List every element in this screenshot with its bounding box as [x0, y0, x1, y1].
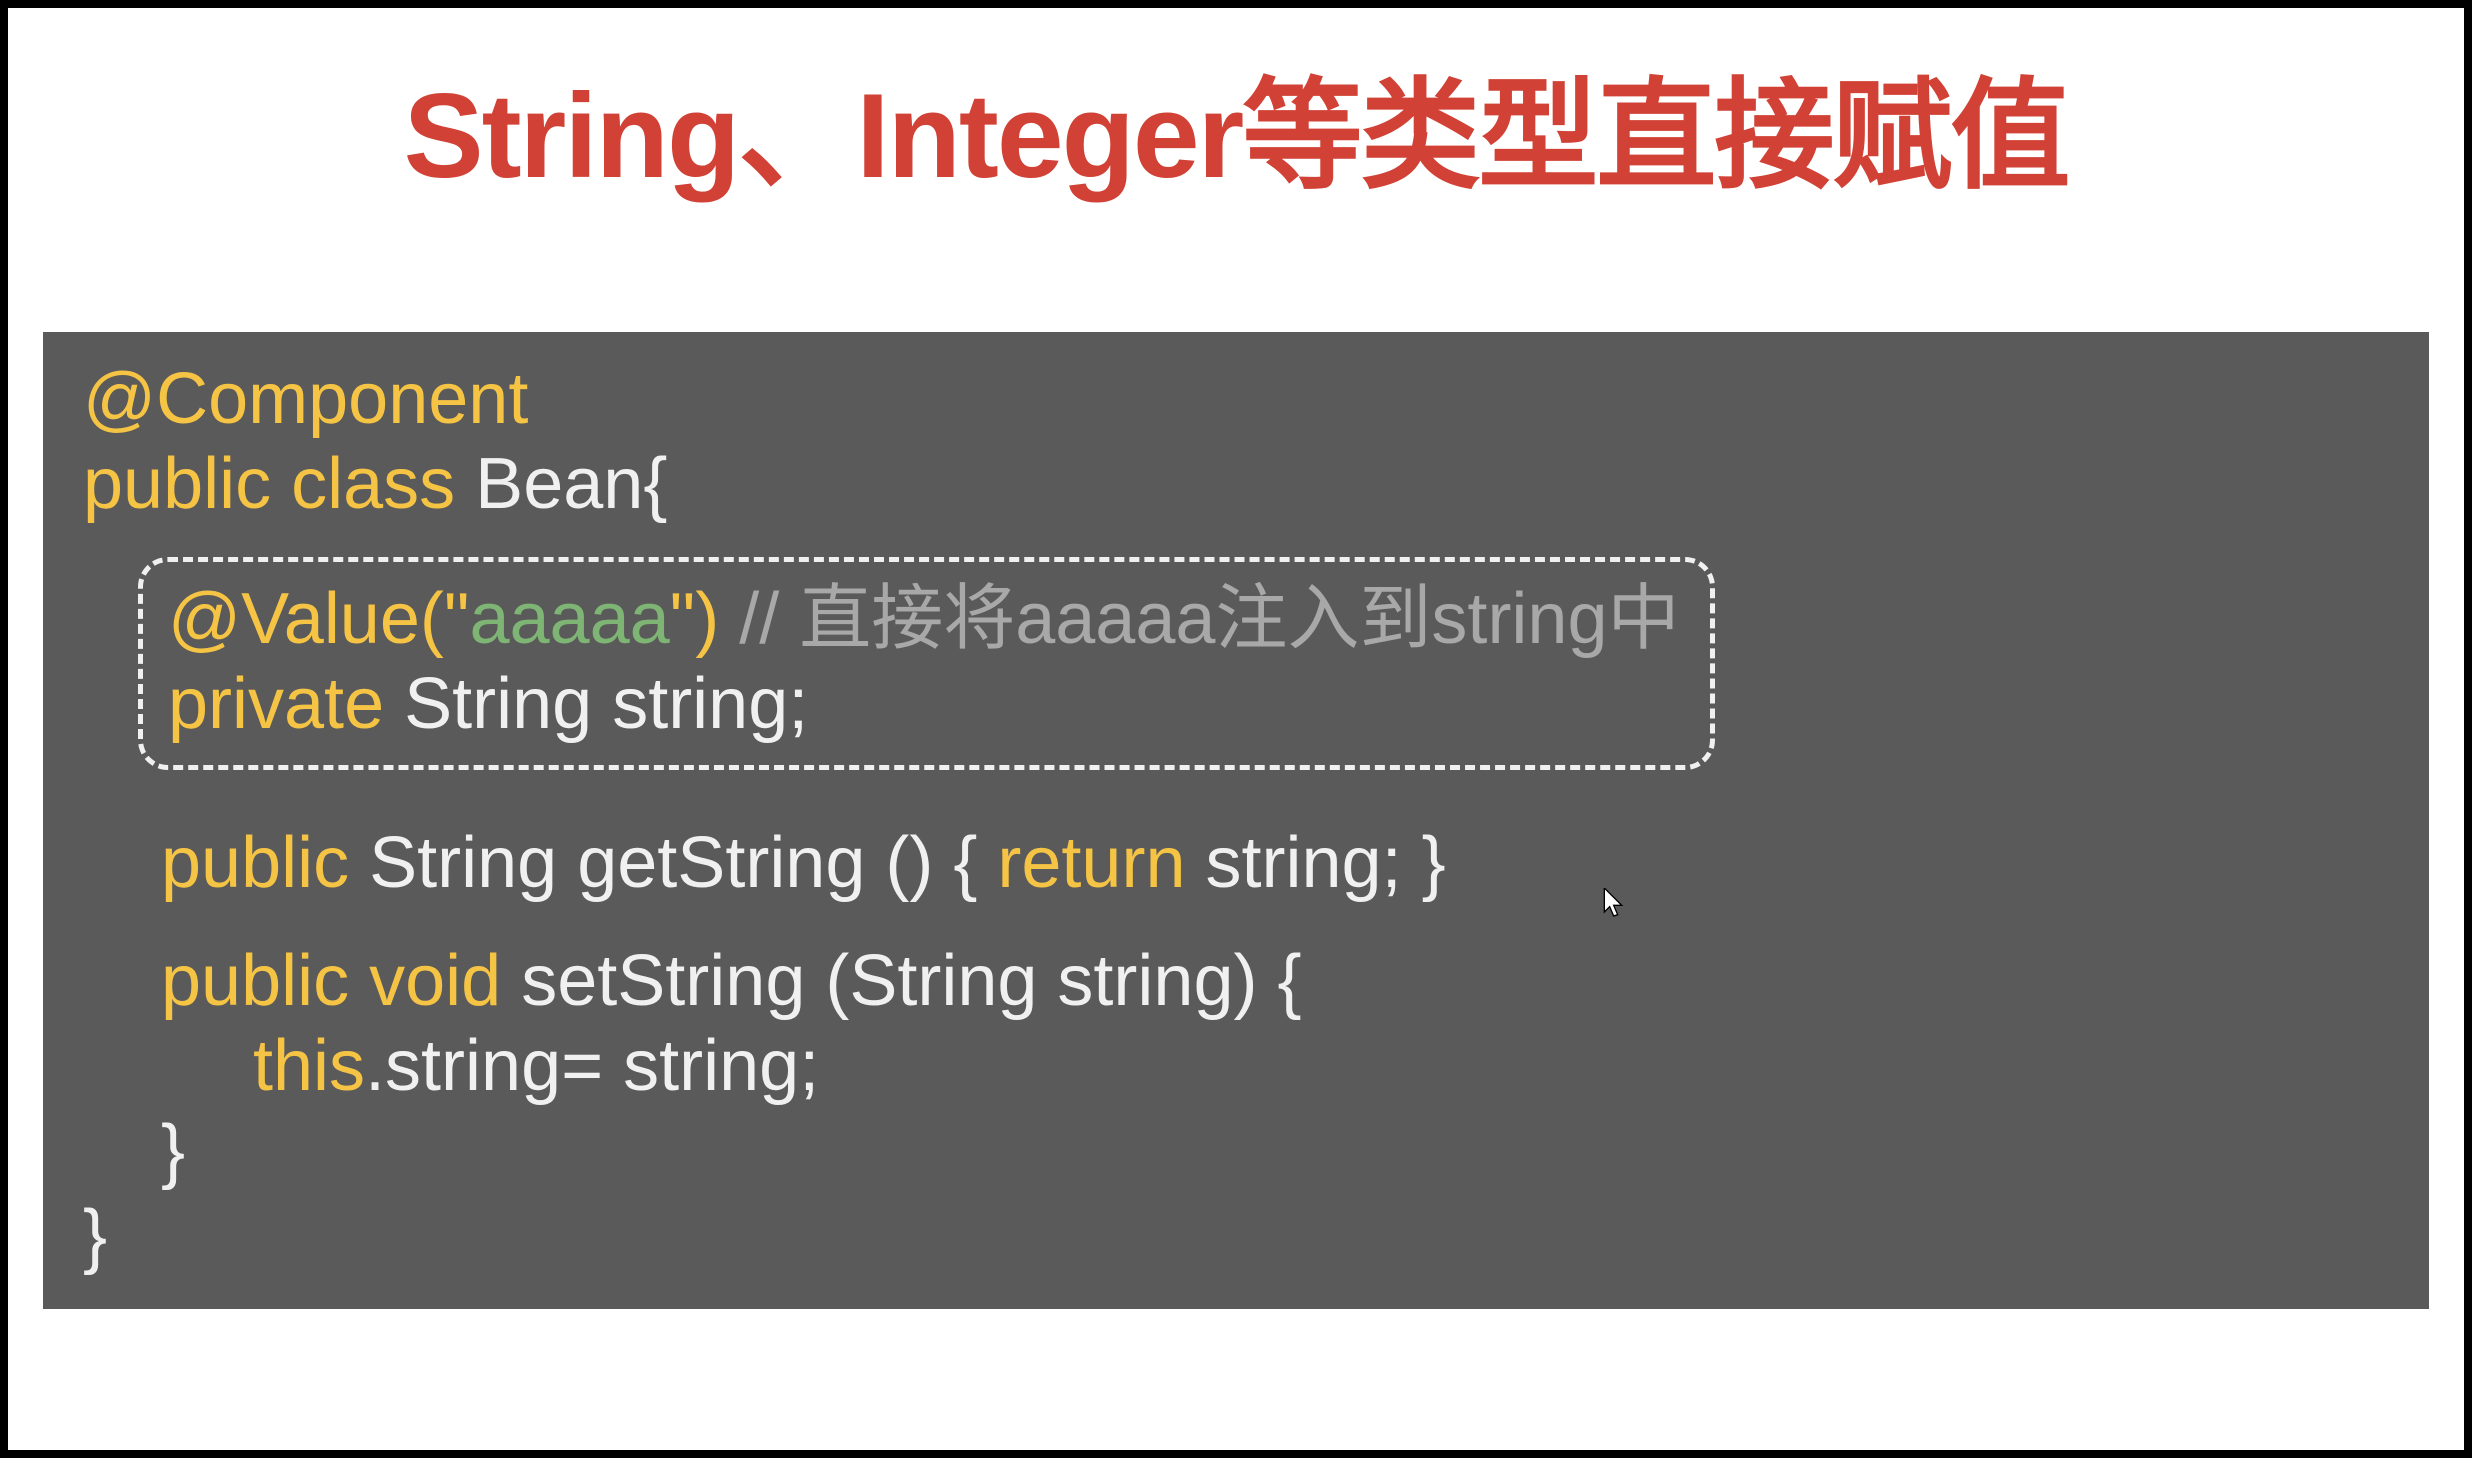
- kw-public-void: public void: [161, 941, 501, 1021]
- highlighted-box: @Value("aaaaa") // 直接将aaaaa注入到string中 pr…: [138, 557, 1715, 770]
- paren-close: ): [695, 579, 719, 659]
- string-literal: aaaaa: [469, 579, 669, 659]
- annotation-value: @Value(: [168, 579, 444, 659]
- method-sig-2: setString (String string) {: [501, 941, 1301, 1021]
- code-line-7: this.string= string;: [83, 1024, 2389, 1109]
- code-line-4: private String string;: [168, 662, 1680, 747]
- slide-container: String、Integer等类型直接赋值 @Component public …: [8, 8, 2464, 1450]
- kw-return: return: [997, 823, 1185, 903]
- comment: // 直接将aaaaa注入到string中: [719, 579, 1679, 659]
- code-line-8: }: [83, 1109, 2389, 1194]
- spacer: [83, 906, 2389, 939]
- kw-public-class: public class: [83, 444, 475, 524]
- code-block: @Component public class Bean{ @Value("aa…: [43, 332, 2429, 1309]
- code-line-6: public void setString (String string) {: [83, 939, 2389, 1024]
- code-line-9: }: [83, 1194, 2389, 1279]
- class-name: Bean{: [475, 444, 667, 524]
- quote-open: ": [444, 579, 470, 659]
- code-line-2: public class Bean{: [83, 442, 2389, 527]
- quote-close: ": [670, 579, 696, 659]
- return-val: string; }: [1186, 823, 1446, 903]
- assign: .string= string;: [365, 1026, 819, 1106]
- spacer: [83, 788, 2389, 821]
- kw-this: this: [253, 1026, 365, 1106]
- field-decl: String string;: [384, 664, 808, 744]
- method-sig-1: String getString () {: [349, 823, 997, 903]
- mouse-cursor-icon: [1603, 888, 1627, 920]
- code-line-1: @Component: [83, 357, 2389, 442]
- code-line-3: @Value("aaaaa") // 直接将aaaaa注入到string中: [168, 577, 1680, 662]
- kw-public: public: [161, 823, 349, 903]
- annotation-component: @Component: [83, 359, 528, 439]
- code-line-5: public String getString () { return stri…: [83, 821, 2389, 906]
- slide-title: String、Integer等类型直接赋值: [8, 8, 2464, 252]
- kw-private: private: [168, 664, 384, 744]
